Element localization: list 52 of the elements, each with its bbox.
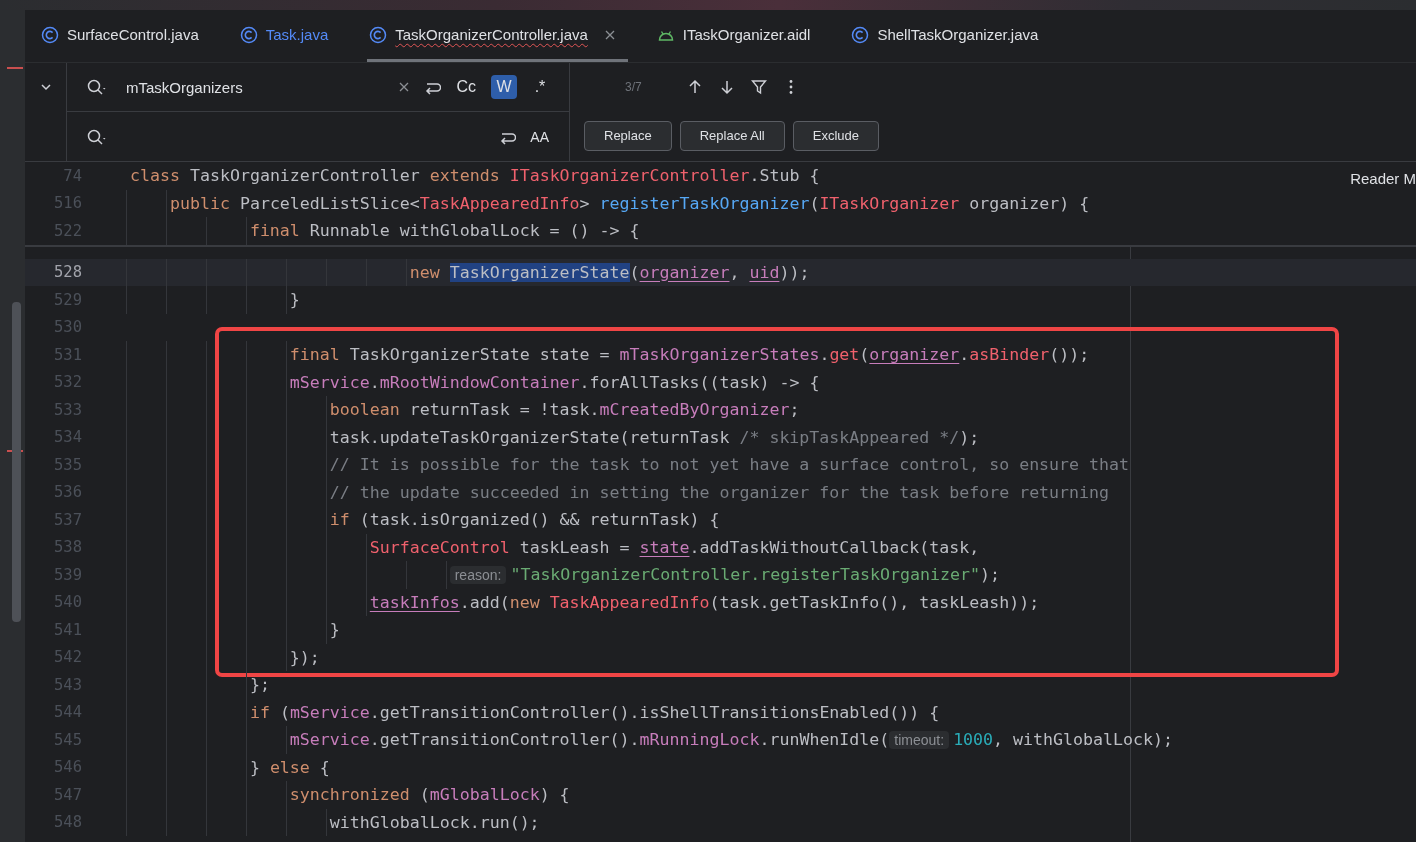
code-text: class TaskOrganizerController extends ITaskOrganizerController.Stub { [130, 166, 820, 186]
code-text: } [329, 620, 340, 640]
file-tab[interactable]: TaskOrganizerController.java [367, 10, 628, 62]
file-tab[interactable]: Task.java [237, 10, 341, 62]
find-action-button[interactable]: Replace [584, 120, 672, 151]
code-text: // It is possible for the task to not yet have a surface control, so ensure that [329, 455, 1130, 475]
code-text: new TaskOrganizerState(organizer, uid)); [409, 262, 810, 282]
filter-icon[interactable] [749, 78, 768, 96]
code-text: if (mService.getTransitionController().isShellTransitionsEnabled()) { [249, 702, 940, 722]
code-text: taskInfos.add(new TaskAppearedInfo(task.getTaskInfo(), taskLeash)); [369, 592, 1040, 612]
scrollbar[interactable] [12, 302, 21, 622]
code-text: mService.getTransitionController().mRunningLock.runWhenIdle( [289, 730, 890, 750]
code-text: if (task.isOrganized() && returnTask) { [329, 510, 720, 530]
code-text: mService.mRootWindowContainer.forAllTasks((task) -> { [289, 372, 820, 392]
code-text: }; [249, 675, 270, 695]
code-text: final Runnable withGlobalLock = () -> { [249, 221, 640, 241]
close-icon[interactable] [603, 28, 616, 41]
find-action-button[interactable]: Exclude [792, 120, 879, 151]
find-action-button[interactable]: Replace All [679, 120, 785, 151]
parameter-hint: reason: [449, 565, 507, 584]
parameter-hint: timeout: [889, 730, 950, 749]
search-option-toggle[interactable]: Cc [451, 75, 481, 99]
code-text: public ParceledListSlice<TaskAppearedInfo> registerTaskOrganizer(ITaskOrganizer organizer) { [169, 193, 1090, 213]
file-tab[interactable]: SurfaceControl.java [39, 10, 211, 62]
c-circle-icon [851, 25, 870, 44]
code-text: final TaskOrganizerState state = mTaskOrganizerStates.get(organizer.asBinder()); [289, 345, 1090, 365]
code-text: }); [289, 647, 320, 667]
search-field[interactable]: mTaskOrganizers [118, 72, 386, 102]
c-circle-icon [41, 25, 59, 44]
c-circle-icon [239, 25, 258, 44]
file-tab[interactable]: ShellTaskOrganizer.java [849, 10, 1051, 62]
search-option-toggle[interactable]: .* [527, 75, 553, 99]
code-text: withGlobalLock.run(); [329, 812, 540, 832]
code-text: task.updateTaskOrganizerState(returnTask /* skipTaskAppeared */); [329, 427, 980, 447]
code-text: // the update succeeded in setting the organizer for the task before returning [329, 482, 1110, 502]
search-icon[interactable] [86, 78, 108, 96]
line-number: 528 [53, 263, 82, 282]
code-text: boolean returnTask = !task.mCreatedByOrganizer; [329, 400, 800, 420]
search-option-toggle[interactable]: W [491, 75, 517, 99]
code-text: synchronized (mGlobalLock) { [289, 785, 570, 805]
c-circle-icon [369, 25, 388, 44]
preserve-case-toggle[interactable]: AA [526, 128, 553, 145]
code-text: 1000, withGlobalLock); [953, 730, 1173, 750]
file-tab[interactable]: ITaskOrganizer.aidl [654, 10, 823, 62]
match-count: 3/7 [625, 80, 642, 94]
search-icon[interactable] [86, 127, 108, 146]
code-text: "TaskOrganizerController.registerTaskOrganizer"); [510, 565, 1000, 585]
code-text: } [289, 290, 300, 310]
error-marker [7, 67, 23, 69]
reader-mode-label[interactable]: Reader M [1350, 170, 1416, 187]
code-text: SurfaceControl taskLeash = state.addTaskWithoutCallback(task, [369, 537, 980, 557]
code-text: } else { [249, 757, 330, 777]
